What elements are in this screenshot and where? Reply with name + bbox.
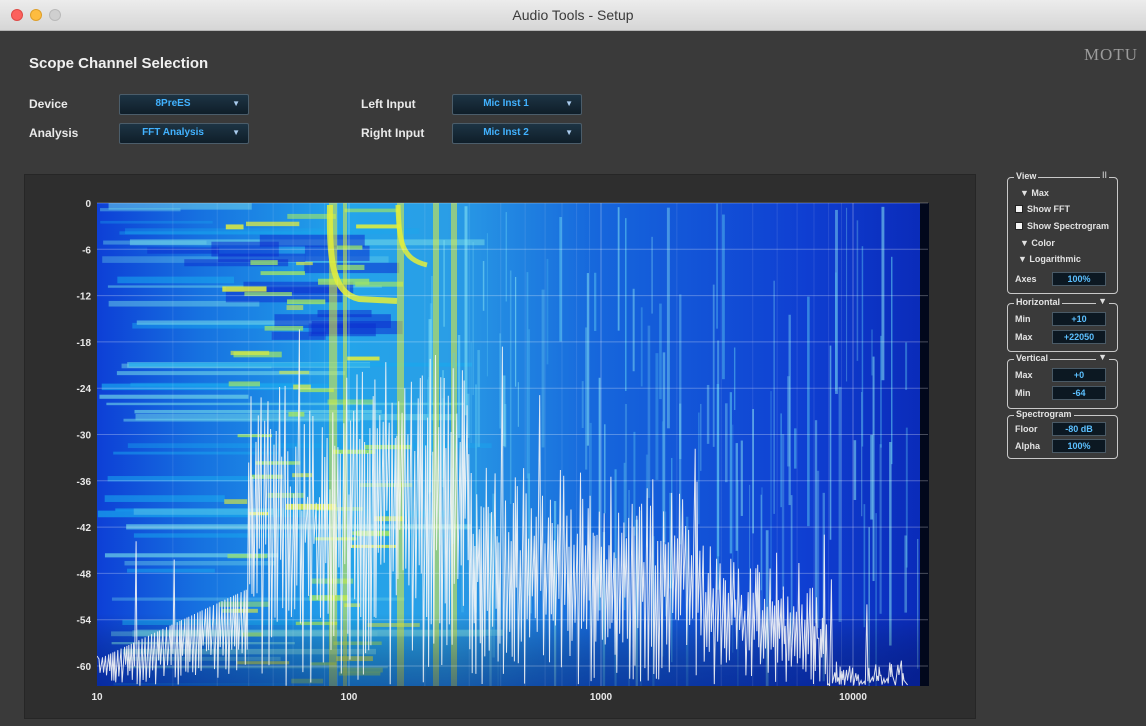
y-tick-label: -36 [77,477,92,488]
motu-logo: MOTU [1083,45,1138,64]
device-value: 8PreES [155,98,191,109]
horizontal-legend: Horizontal [1014,297,1062,307]
view-group: View II ▼ Max Show FFT Show Spectrogram … [1007,170,1118,294]
triangle-down-icon[interactable]: ▼ [1096,352,1109,362]
right-input-dropdown[interactable]: Mic Inst 2 ▼ [452,123,582,144]
title-bar: Audio Tools - Setup [0,0,1146,31]
max-label: Max [1031,188,1049,198]
scope-channel-selection-title: Scope Channel Selection [29,55,209,72]
chevron-down-icon: ▼ [565,99,573,108]
spectrogram-svg[interactable]: 0 -6 -12 -18 -24 -30 -36 -42 -48 -54 -60 10 100 1000… [25,175,975,718]
y-tick-label: -30 [77,431,92,442]
analysis-dropdown[interactable]: FFT Analysis ▼ [119,123,249,144]
logarithmic-label: Logarithmic [1029,254,1081,264]
floor-label: Floor [1015,424,1038,434]
floor-field[interactable]: -80 dB [1052,422,1106,436]
left-input-label: Left Input [361,97,416,111]
y-tick-label: -54 [77,616,92,627]
show-fft-label: Show FFT [1027,204,1070,214]
y-tick-label: -24 [77,384,92,395]
chevron-down-icon: ▼ [565,128,573,137]
show-spectrogram-label: Show Spectrogram [1027,221,1110,231]
y-tick-label: -60 [77,662,92,673]
horizontal-group: Horizontal ▼ Min +10 Max +22050 [1007,296,1118,352]
vertical-legend: Vertical [1014,353,1051,363]
plot-edge-strip [920,203,929,686]
device-label: Device [29,97,68,111]
x-axis-ticks: 10 100 1000 10000 [91,692,867,703]
audio-tools-app: Scope Channel Selection MOTU Device 8Pre… [0,31,1146,726]
horizontal-max-field[interactable]: +22050 [1052,330,1106,344]
horizontal-max-label: Max [1015,332,1033,342]
vertical-min-label: Min [1015,388,1031,398]
show-fft-checkbox[interactable] [1015,205,1023,213]
x-tick-label: 100 [341,692,358,703]
x-tick-label: 1000 [590,692,613,703]
axes-field[interactable]: 100% [1052,272,1106,286]
window-title: Audio Tools - Setup [512,7,634,23]
y-axis-ticks: 0 -6 -12 -18 -24 -30 -36 -42 -48 -54 -60 [77,199,92,673]
color-label: Color [1031,238,1055,248]
triangle-down-icon[interactable]: ▼ [1096,296,1109,306]
right-input-label: Right Input [361,126,425,140]
x-tick-label: 10 [91,692,103,703]
spectrogram-legend: Spectrogram [1014,409,1074,419]
horizontal-min-field[interactable]: +10 [1052,312,1106,326]
color-disclosure[interactable]: ▼ Color [1020,238,1055,248]
right-input-value: Mic Inst 2 [483,127,529,138]
spectrogram-plot[interactable]: 0 -6 -12 -18 -24 -30 -36 -42 -48 -54 -60 10 100 1000… [24,174,976,719]
pause-icon[interactable]: II [1099,170,1109,180]
y-tick-label: -18 [77,338,92,349]
logarithmic-disclosure[interactable]: ▼ Logarithmic [1018,254,1081,264]
analysis-value: FFT Analysis [142,127,204,138]
chevron-down-icon: ▼ [232,99,240,108]
axes-label: Axes [1015,274,1037,284]
left-input-value: Mic Inst 1 [483,98,529,109]
left-input-dropdown[interactable]: Mic Inst 1 ▼ [452,94,582,115]
vertical-max-label: Max [1015,370,1033,380]
device-dropdown[interactable]: 8PreES ▼ [119,94,249,115]
y-tick-label: -42 [77,523,92,534]
x-tick-label: 10000 [839,692,867,703]
show-spectrogram-checkbox[interactable] [1015,222,1023,230]
vertical-max-field[interactable]: +0 [1052,368,1106,382]
alpha-field[interactable]: 100% [1052,439,1106,453]
view-legend: View [1014,171,1039,181]
y-tick-label: -12 [77,292,92,303]
y-tick-label: 0 [85,199,91,210]
max-disclosure[interactable]: ▼ Max [1020,188,1049,198]
analysis-label: Analysis [29,126,79,140]
horizontal-min-label: Min [1015,314,1031,324]
vertical-min-field[interactable]: -64 [1052,386,1106,400]
chevron-down-icon: ▼ [232,128,240,137]
alpha-label: Alpha [1015,441,1041,451]
y-tick-label: -48 [77,569,92,580]
vertical-group: Vertical ▼ Max +0 Min -64 [1007,352,1118,409]
y-tick-label: -6 [82,245,91,256]
spectrogram-group: Spectrogram Floor -80 dB Alpha 100% [1007,409,1118,459]
